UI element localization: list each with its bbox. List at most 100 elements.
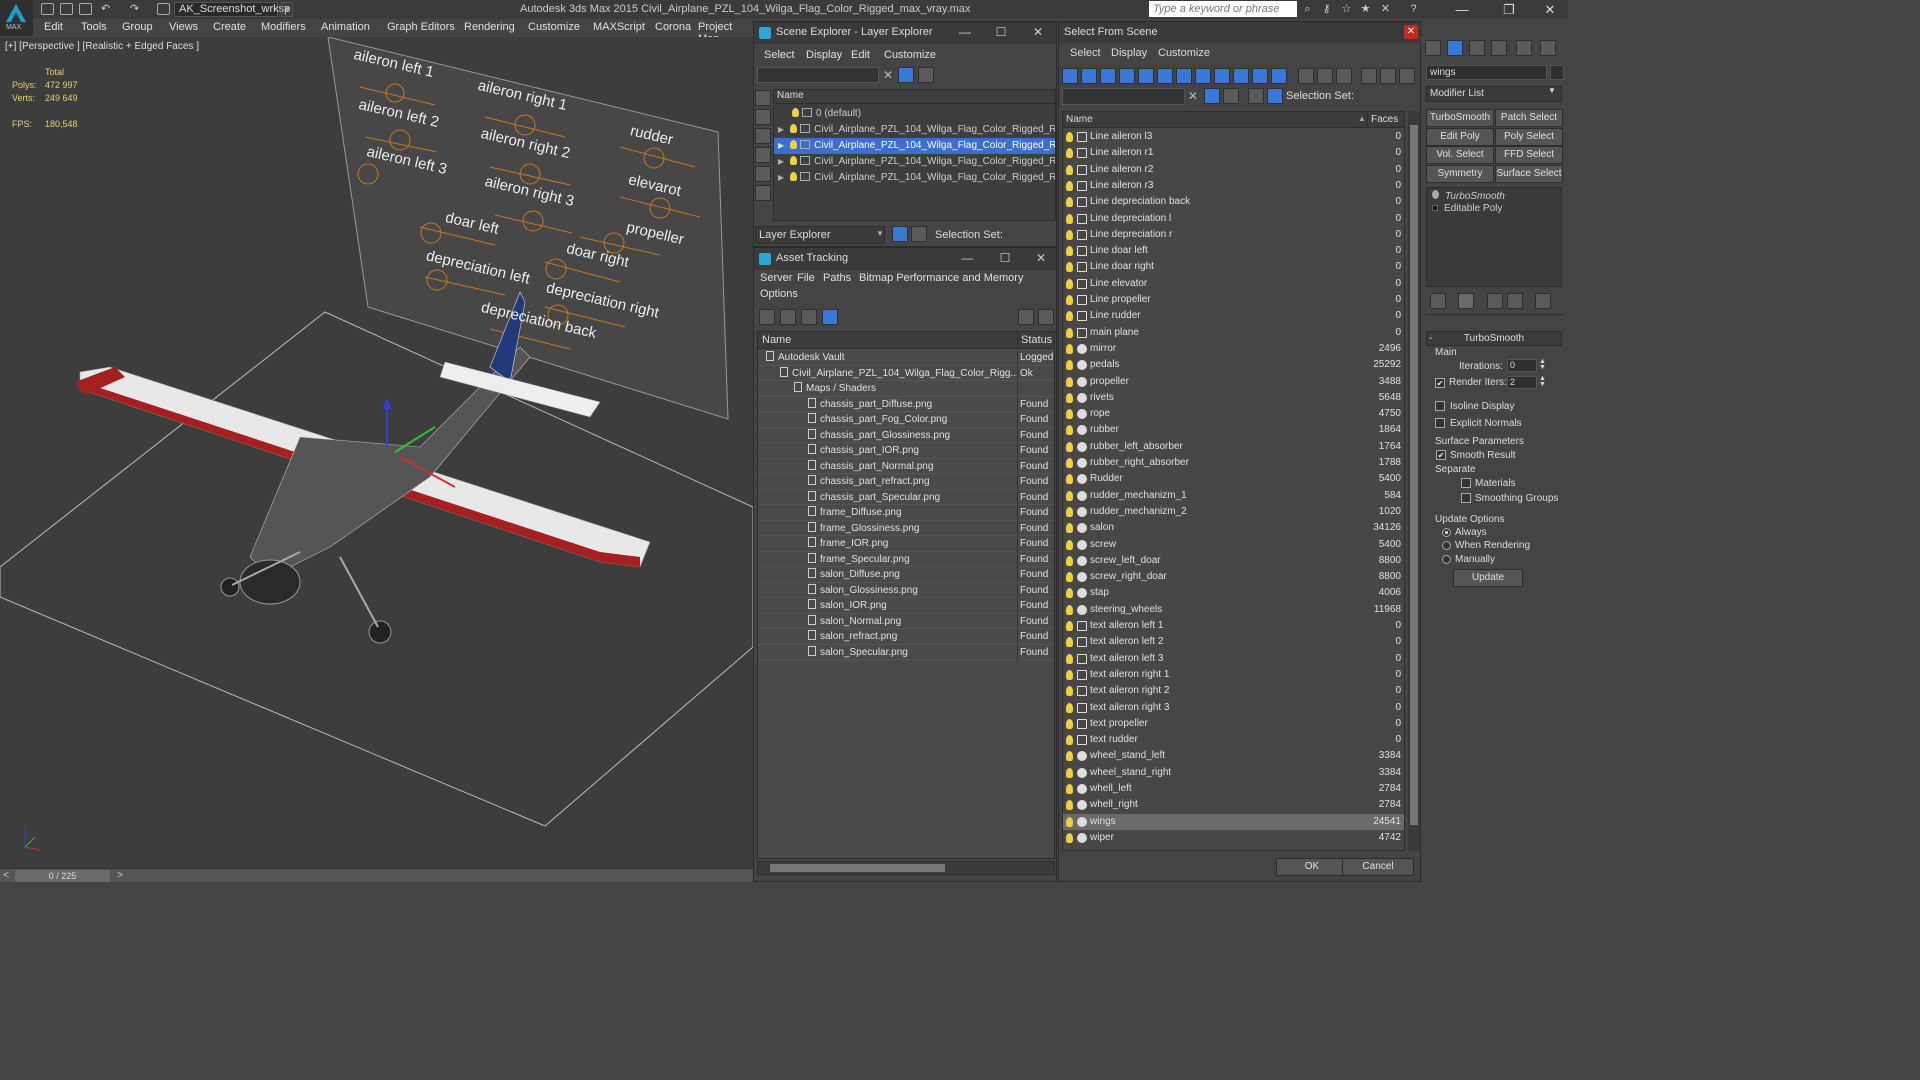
- lightbulb-icon[interactable]: [1066, 816, 1073, 827]
- lightbulb-icon[interactable]: [1066, 572, 1073, 583]
- asset-row[interactable]: chassis_part_IOR.png Found: [758, 443, 1054, 459]
- iterations-spinner[interactable]: 0: [1507, 359, 1537, 372]
- lightbulb-icon[interactable]: [1066, 784, 1073, 794]
- menu-group[interactable]: Group: [122, 21, 153, 33]
- mod-edit-poly-button[interactable]: Edit Poly: [1426, 128, 1494, 146]
- at-help-icon[interactable]: [1018, 309, 1034, 325]
- create-tab-icon[interactable]: [1425, 40, 1441, 56]
- smoothing-groups-checkbox[interactable]: [1461, 493, 1471, 503]
- object-row[interactable]: rubber_right_absorber 1788: [1063, 455, 1404, 471]
- se-display-helpers-icon[interactable]: [755, 185, 771, 201]
- lightbulb-icon[interactable]: [1066, 506, 1073, 517]
- object-row[interactable]: propeller 3488: [1063, 374, 1404, 390]
- at-menu-paths[interactable]: Paths: [823, 272, 851, 284]
- display-shapes-icon[interactable]: [1081, 68, 1097, 84]
- object-row[interactable]: text propeller 0: [1063, 716, 1404, 732]
- asset-row[interactable]: salon_Normal.png Found: [758, 613, 1054, 630]
- se-maximize-button[interactable]: ☐: [990, 25, 1012, 39]
- object-name-field[interactable]: wings: [1426, 65, 1547, 80]
- asset-row[interactable]: salon_refract.png Found: [758, 629, 1054, 645]
- at-scroll-thumb[interactable]: [770, 864, 945, 872]
- se-menu-edit[interactable]: Edit: [851, 49, 870, 61]
- lightbulb-icon[interactable]: [1066, 229, 1073, 240]
- lightbulb-icon[interactable]: [1066, 441, 1073, 452]
- se-display-objects-icon[interactable]: [755, 90, 771, 106]
- workspace-dropdown[interactable]: AK_Screenshot_wrksp: [174, 2, 290, 17]
- at-settings-icon[interactable]: [1038, 309, 1054, 325]
- expand-arrow-icon[interactable]: ▶: [778, 141, 784, 150]
- object-row[interactable]: screw 5400: [1063, 537, 1404, 553]
- asset-row[interactable]: chassis_part_Normal.png Found: [758, 458, 1054, 475]
- lightbulb-icon[interactable]: [1066, 343, 1073, 354]
- se-display-lights-icon[interactable]: [755, 147, 771, 163]
- display-dependents-icon[interactable]: [1399, 68, 1415, 84]
- display-bones-icon[interactable]: [1214, 68, 1230, 84]
- sfs-search-input[interactable]: [1062, 88, 1185, 105]
- lightbulb-icon[interactable]: [1066, 621, 1073, 631]
- sfs-layer-icon[interactable]: [1248, 88, 1264, 104]
- iterations-spinner-arrows-icon[interactable]: ▲ ▼: [1539, 358, 1546, 371]
- time-slider-knob[interactable]: 0 / 225: [15, 870, 110, 882]
- sfs-menu-display[interactable]: Display: [1111, 47, 1147, 59]
- object-row[interactable]: rubber 1864: [1063, 422, 1404, 438]
- mod-poly-select-button[interactable]: Poly Select: [1495, 128, 1563, 146]
- object-row[interactable]: text aileron right 2 0: [1063, 683, 1404, 699]
- sort-up-icon[interactable]: ▲: [1358, 114, 1366, 123]
- show-end-result-icon[interactable]: [1458, 293, 1474, 309]
- object-row[interactable]: wiper 4742: [1063, 830, 1404, 846]
- lightbulb-icon[interactable]: [790, 140, 798, 149]
- object-row[interactable]: Line elevator 0: [1063, 276, 1404, 292]
- at-menu-bitmap-performance[interactable]: Bitmap Performance and Memory: [859, 272, 1023, 284]
- object-row[interactable]: Line aileron r1 0: [1063, 145, 1404, 161]
- lightbulb-icon[interactable]: [1066, 327, 1073, 338]
- at-menu-options[interactable]: Options: [760, 288, 798, 300]
- menu-modifiers[interactable]: Modifiers: [261, 21, 306, 33]
- render-iters-spinner-arrows-icon[interactable]: ▲ ▼: [1539, 375, 1546, 388]
- configure-modifier-sets-icon[interactable]: [1535, 293, 1551, 309]
- save-file-icon[interactable]: [79, 3, 92, 15]
- sfs-vertical-scrollbar[interactable]: [1408, 111, 1420, 851]
- object-row[interactable]: Line depreciation l 0: [1063, 211, 1404, 227]
- star-community-icon[interactable]: ☆: [1340, 3, 1353, 15]
- workspace-dropdown-arrow[interactable]: ▼: [281, 2, 293, 17]
- object-row[interactable]: steering_wheels 11968: [1063, 602, 1404, 618]
- keyword-search-input[interactable]: Type a keyword or phrase: [1149, 1, 1297, 17]
- asset-row[interactable]: Maps / Shaders: [758, 381, 1054, 397]
- display-hidden-icon[interactable]: [1271, 68, 1287, 84]
- new-file-icon[interactable]: [41, 3, 54, 15]
- asset-row[interactable]: frame_Diffuse.png Found: [758, 505, 1054, 521]
- lightbulb-icon[interactable]: [1066, 409, 1073, 420]
- object-row[interactable]: Line rudder 0: [1063, 308, 1404, 324]
- lightbulb-icon[interactable]: [1066, 800, 1073, 811]
- sfs-col-name[interactable]: Name: [1066, 114, 1093, 125]
- update-button[interactable]: Update: [1453, 569, 1523, 587]
- object-row[interactable]: text aileron left 3 0: [1063, 651, 1404, 667]
- object-row[interactable]: screw_right_doar 8800: [1063, 569, 1404, 585]
- lightbulb-icon[interactable]: [1066, 311, 1073, 322]
- layer-row[interactable]: 0 (default): [774, 106, 1055, 122]
- ok-button[interactable]: OK: [1276, 858, 1348, 876]
- object-row[interactable]: main plane 0: [1063, 325, 1404, 341]
- menu-graph-editors[interactable]: Graph Editors: [387, 21, 455, 33]
- asset-row[interactable]: Autodesk Vault Logged: [758, 350, 1054, 366]
- rollout-collapse-icon[interactable]: -: [1429, 333, 1432, 344]
- asset-tracking-titlebar[interactable]: Asset Tracking — ☐ ✕: [754, 248, 1056, 270]
- se-clear-icon[interactable]: ✕: [883, 68, 893, 82]
- minimize-button[interactable]: —: [1447, 0, 1477, 19]
- key-icon[interactable]: ⚷: [1320, 3, 1333, 15]
- scene-explorer-titlebar[interactable]: Scene Explorer - Layer Explorer — ☐ ✕: [754, 22, 1056, 44]
- display-children-icon[interactable]: [1361, 68, 1377, 84]
- layer-row[interactable]: ▶ Civil_Airplane_PZL_104_Wilga_Flag_Color…: [774, 154, 1055, 170]
- render-iters-spinner[interactable]: 2: [1507, 376, 1537, 389]
- object-color-swatch[interactable]: [1550, 65, 1564, 80]
- time-prev-button[interactable]: <: [0, 869, 12, 883]
- object-row[interactable]: Line propeller 0: [1063, 292, 1404, 308]
- at-thumbnail-icon[interactable]: [801, 309, 817, 325]
- modifier-dropdown-arrow-icon[interactable]: ▼: [1548, 86, 1556, 95]
- make-unique-icon[interactable]: [1487, 293, 1503, 309]
- expand-arrow-icon[interactable]: ▶: [778, 157, 784, 166]
- asset-row[interactable]: Civil_Airplane_PZL_104_Wilga_Flag_Color_…: [758, 365, 1054, 382]
- stack-lightbulb-icon[interactable]: [1432, 190, 1439, 199]
- menu-rendering[interactable]: Rendering: [464, 21, 515, 33]
- time-slider[interactable]: < 0 / 225 >: [0, 868, 753, 882]
